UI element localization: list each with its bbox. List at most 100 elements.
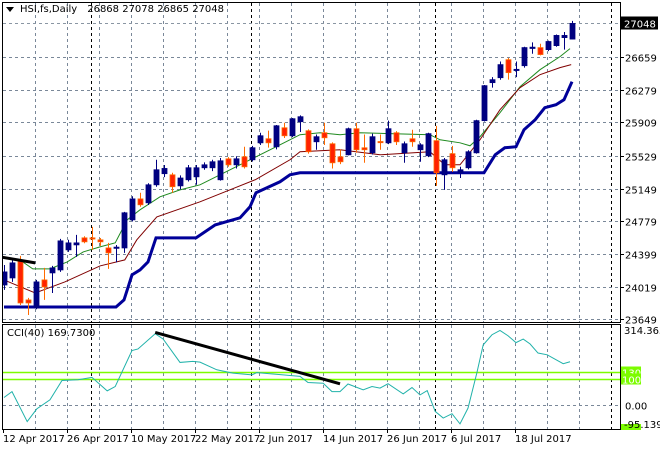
bear-candle [321,122,328,145]
candle-body [337,156,344,163]
candle-body [153,169,160,186]
candle-body [497,64,504,79]
bear-candle [337,149,344,165]
candle-body [281,127,288,137]
candle-body [65,242,72,251]
candle-body [185,167,192,181]
bull-candle [489,77,496,88]
candle-body [49,267,56,274]
candle-body [553,35,560,47]
candle-body [481,85,488,122]
y-tick-label: 25149 [625,186,657,197]
candle-body [33,281,40,309]
bull-candle [57,238,64,272]
bull-candle [313,134,320,150]
candle-body [193,167,200,178]
candle-body [417,144,424,151]
candle-body [513,68,520,71]
bull-candle [529,42,536,54]
y-tick-label: 25909 [625,119,657,130]
bull-candle [425,132,432,158]
candle-body [521,47,528,67]
bear-candle [89,226,96,250]
candle-body [385,128,392,144]
bull-candle [481,84,488,122]
candle-body [537,47,544,55]
candle-body [41,279,48,288]
bull-candle [553,34,560,47]
candle-body [241,156,248,168]
bull-candle [73,234,80,257]
chart-canvas: 26659 26279 25909 25529 25149 24779 24399 24019… [2,2,660,445]
candle-body [529,46,536,49]
candle-body [209,161,216,169]
bull-candle [145,183,152,205]
candle-body [25,299,32,304]
candle-body [249,147,256,161]
bear-candle [353,122,360,153]
x-tick-label: 14 Jun 2017 [323,434,383,445]
candle-body [353,128,360,151]
candle-body [121,212,128,249]
y-tick-label: 24399 [625,251,657,262]
bull-candle [289,118,296,138]
bull-candle [257,132,264,145]
bear-candle [361,134,368,163]
candle-body [105,247,112,254]
cci-trendline [154,331,341,386]
candle-body [545,41,552,51]
bull-candle [273,124,280,150]
candle-body [393,132,400,143]
candle-body [161,168,168,175]
symbol-label: HSI,fs,Daily [20,4,78,15]
y-tick-label: 26659 [625,54,657,65]
bull-candle [401,141,408,163]
bull-candle [569,20,576,40]
candle-body [345,128,352,156]
current-price-label: 27048 [624,20,656,31]
bull-candle [129,196,136,222]
bear-candle [449,145,456,172]
candle-body [73,242,80,246]
candle-body [489,79,496,84]
ohlc-values: 26868 27078 26865 27048 [87,4,225,15]
bear-candle [105,242,112,269]
candle-body [113,246,120,249]
bull-candle [201,162,208,170]
bear-candle [137,192,144,207]
bear-candle [329,142,336,169]
bull-candle [345,127,352,156]
candle-body [57,240,64,271]
bull-candle [177,175,184,190]
bull-candle [249,145,256,162]
x-tick-label: 26 Apr 2017 [67,434,129,445]
candle-body [233,158,240,166]
bull-candle [217,158,224,181]
candle-body [9,262,16,279]
candle-body [505,59,512,74]
bear-candle [409,129,416,147]
candle-body [313,136,320,143]
cci-zero-label: 0.00 [625,402,647,413]
main-panel [3,3,620,322]
bull-candle [49,265,56,293]
bear-candle [81,236,88,244]
bear-candle [241,146,248,169]
main-panel-border [2,2,621,323]
candle-body [97,239,104,243]
y-tick-label: 24779 [625,218,657,229]
bull-candle [153,159,160,187]
cci-title: CCI(40) 169.7300 [7,328,96,339]
candle-body [441,159,448,176]
dropdown-triangle-icon[interactable] [6,7,14,12]
candle-body [457,169,464,174]
candle-body [169,174,176,188]
bear-candle [225,157,232,167]
bull-candle [441,158,448,190]
candle-body [561,35,568,39]
bull-candle [497,61,504,80]
candle-body [89,237,96,240]
cci-min-label: -95.1391 [624,420,660,431]
bull-candle [465,150,472,170]
bull-candle [65,239,72,252]
